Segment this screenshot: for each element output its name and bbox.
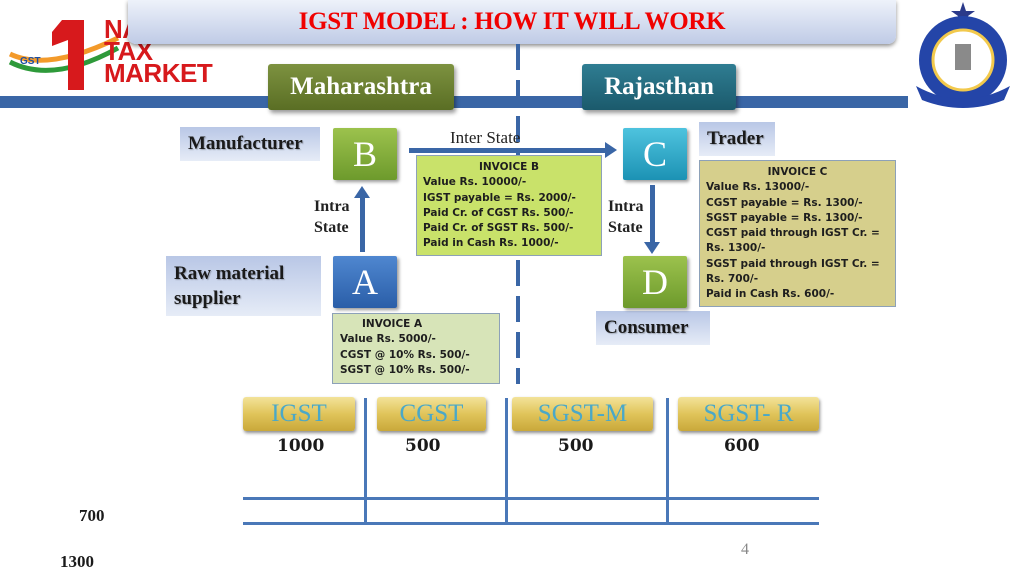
arrowhead-right-icon (605, 142, 617, 158)
arrowhead-up-icon (354, 186, 370, 198)
invoice-line: Value Rs. 10000/- (423, 176, 527, 189)
intra-state-label-right: Intra State (608, 196, 644, 238)
intra-right-line-2: State (608, 219, 643, 236)
invoice-line: Value Rs. 5000/- (340, 333, 436, 346)
invoice-line: Value Rs. 13000/- (706, 181, 810, 194)
invoice-line: CGST payable = Rs. 1300/- (706, 196, 863, 209)
node-c: C (623, 128, 687, 180)
numeral-one-icon (52, 20, 84, 90)
invoice-a: INVOICE A Value Rs. 5000/- CGST @ 10% Rs… (332, 313, 500, 384)
intra-left-line-1: Intra (314, 198, 350, 215)
role-raw-material-supplier: Raw material supplier (166, 256, 321, 316)
invoice-line: IGST payable = Rs. 2000/- (423, 191, 576, 204)
role-consumer: Consumer (596, 311, 710, 345)
page-title: IGST MODEL : HOW IT WILL WORK (298, 8, 726, 35)
state-label-maharashtra: Maharashtra (268, 64, 454, 110)
invoice-line: Paid Cr. of SGST Rs. 500/- (423, 222, 574, 235)
node-b: B (333, 128, 397, 180)
intra-state-label-left: Intra State (314, 196, 350, 238)
node-d: D (623, 256, 687, 308)
ledger-divider (666, 398, 669, 525)
invoice-line: Paid in Cash Rs. 600/- (706, 288, 835, 301)
amount-sgst-r: 600 (724, 436, 760, 456)
role-manufacturer: Manufacturer (180, 127, 320, 161)
ledger-divider (505, 398, 508, 525)
invoice-b-title: INVOICE B (478, 161, 539, 173)
role-raw-line-2: supplier (174, 288, 241, 309)
side-amount: 1300 (60, 552, 94, 571)
state-label-rajasthan: Rajasthan (582, 64, 736, 110)
arrow-b-to-c (409, 148, 607, 153)
invoice-line: SGST @ 10% Rs. 500/- (340, 363, 470, 376)
invoice-line: CGST paid through IGST Cr. = (706, 227, 880, 240)
invoice-line: Rs. 700/- (706, 273, 759, 286)
amount-cgst: 500 (405, 436, 441, 456)
invoice-line: Rs. 1300/- (706, 242, 766, 255)
arrowhead-down-icon (644, 242, 660, 254)
invoice-c: INVOICE C Value Rs. 13000/- CGST payable… (699, 160, 896, 307)
invoice-line: Paid Cr. of CGST Rs. 500/- (423, 206, 574, 219)
role-trader: Trader (699, 122, 775, 156)
ledger-rule (243, 497, 819, 500)
invoice-a-title: INVOICE A (362, 318, 423, 330)
invoice-line: CGST @ 10% Rs. 500/- (340, 348, 470, 361)
account-sgst-r: SGST- R (678, 397, 819, 431)
account-cgst: CGST (377, 397, 486, 431)
invoice-c-title: INVOICE C (767, 166, 828, 178)
logo-line-3: MARKET (104, 58, 213, 88)
account-igst: IGST (243, 397, 355, 431)
node-a: A (333, 256, 397, 308)
invoice-line: SGST payable = Rs. 1300/- (706, 211, 863, 224)
intra-right-line-1: Intra (608, 198, 644, 215)
account-sgst-m: SGST-M (512, 397, 653, 431)
invoice-line: Paid in Cash Rs. 1000/- (423, 237, 559, 250)
arrow-c-to-d (650, 185, 655, 245)
amount-igst: 1000 (277, 436, 325, 456)
amount-sgst-m: 500 (558, 436, 594, 456)
arrow-a-to-b (360, 196, 365, 252)
ledger-rule (243, 522, 819, 525)
page-number: 4 (741, 541, 749, 558)
ledger-divider (364, 398, 367, 525)
intra-left-line-2: State (314, 219, 349, 236)
invoice-line: SGST paid through IGST Cr. = (706, 257, 880, 270)
inter-state-label: Inter State (450, 128, 521, 147)
government-emblem-icon (916, 2, 1010, 108)
logo-gst-badge: GST (20, 56, 41, 67)
role-raw-line-1: Raw material (174, 263, 285, 284)
side-amount: 700 (79, 506, 105, 525)
title-banner: IGST MODEL : HOW IT WILL WORK (128, 0, 896, 44)
header-band (0, 96, 908, 108)
invoice-b: INVOICE B Value Rs. 10000/- IGST payable… (416, 155, 602, 256)
